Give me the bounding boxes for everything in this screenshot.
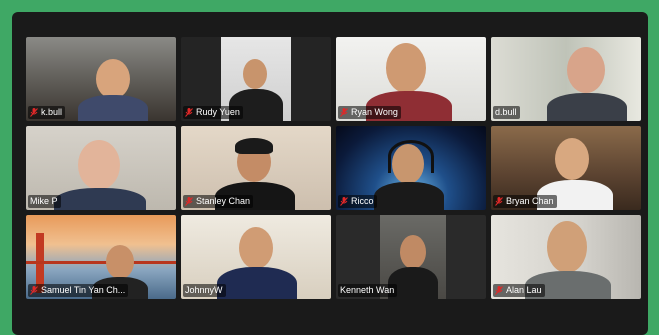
mic-muted-icon bbox=[495, 197, 503, 206]
video-tile-mike-p[interactable]: Mike P bbox=[26, 126, 176, 210]
video-tile-d-bull[interactable]: d.bull bbox=[491, 37, 641, 121]
participant-name-label: Bryan Chan bbox=[493, 195, 557, 208]
participant-face bbox=[386, 43, 426, 93]
participant-face bbox=[239, 227, 273, 269]
mic-muted-icon bbox=[30, 286, 38, 295]
video-tile-rudy-yuen[interactable]: Rudy Yuen bbox=[181, 37, 331, 121]
participant-name-label: Mike P bbox=[28, 195, 61, 208]
participant-face bbox=[78, 140, 120, 190]
participant-torso bbox=[547, 93, 627, 121]
video-tile-kenneth-wan[interactable]: Kenneth Wan bbox=[336, 215, 486, 299]
participant-name-label: Stanley Chan bbox=[183, 195, 254, 208]
participant-name-label: Ryan Wong bbox=[338, 106, 401, 119]
participant-name: Rudy Yuen bbox=[196, 107, 240, 117]
participant-name: Samuel Tin Yan Ch... bbox=[41, 285, 126, 295]
participant-face bbox=[96, 59, 130, 99]
participant-name: Ricco bbox=[351, 196, 374, 206]
video-tile-stanley-chan[interactable]: Stanley Chan bbox=[181, 126, 331, 210]
participant-name: k.bull bbox=[41, 107, 63, 117]
video-tile-ryan-wong[interactable]: Ryan Wong bbox=[336, 37, 486, 121]
participant-face bbox=[400, 235, 426, 269]
participant-name: Stanley Chan bbox=[196, 196, 251, 206]
participant-name-label: k.bull bbox=[28, 106, 66, 119]
participant-name-label: Ricco bbox=[338, 195, 377, 208]
mic-muted-icon bbox=[30, 108, 38, 117]
video-tile-alan-lau[interactable]: Alan Lau bbox=[491, 215, 641, 299]
video-tile-johnnyw[interactable]: JohnnyW bbox=[181, 215, 331, 299]
participant-name-label: Rudy Yuen bbox=[183, 106, 243, 119]
mic-muted-icon bbox=[340, 108, 348, 117]
participant-name: Alan Lau bbox=[506, 285, 542, 295]
golden-gate-bridge-cable bbox=[26, 261, 176, 264]
participant-name: Bryan Chan bbox=[506, 196, 554, 206]
participant-name-label: Kenneth Wan bbox=[338, 284, 398, 297]
participant-name: d.bull bbox=[495, 107, 517, 117]
participant-name: Ryan Wong bbox=[351, 107, 398, 117]
video-tile-samuel[interactable]: Samuel Tin Yan Ch... bbox=[26, 215, 176, 299]
cap-icon bbox=[235, 138, 273, 154]
video-tile-bryan-chan[interactable]: Bryan Chan bbox=[491, 126, 641, 210]
participant-face bbox=[243, 59, 267, 89]
mic-muted-icon bbox=[185, 108, 193, 117]
participant-name-label: Alan Lau bbox=[493, 284, 545, 297]
mic-muted-icon bbox=[185, 197, 193, 206]
participant-face bbox=[547, 221, 587, 273]
gallery-view: k.bull Rudy Yuen Ryan Wong d.bull Mike P… bbox=[12, 12, 648, 335]
video-tile-k-bull[interactable]: k.bull bbox=[26, 37, 176, 121]
mic-muted-icon bbox=[340, 197, 348, 206]
participant-face bbox=[567, 47, 605, 93]
participant-name-label: JohnnyW bbox=[183, 284, 226, 297]
participant-face bbox=[555, 138, 589, 180]
participant-torso bbox=[217, 267, 297, 299]
participant-name: Mike P bbox=[30, 196, 58, 206]
participant-torso bbox=[374, 182, 444, 210]
participant-name-label: Samuel Tin Yan Ch... bbox=[28, 284, 129, 297]
participant-name: JohnnyW bbox=[185, 285, 223, 295]
participant-name: Kenneth Wan bbox=[340, 285, 395, 295]
participant-torso bbox=[78, 95, 148, 121]
headphones-icon bbox=[388, 140, 434, 173]
mic-muted-icon bbox=[495, 286, 503, 295]
participant-torso bbox=[54, 188, 146, 210]
video-tile-ricco[interactable]: Ricco bbox=[336, 126, 486, 210]
participant-name-label: d.bull bbox=[493, 106, 520, 119]
participant-face bbox=[106, 245, 134, 279]
